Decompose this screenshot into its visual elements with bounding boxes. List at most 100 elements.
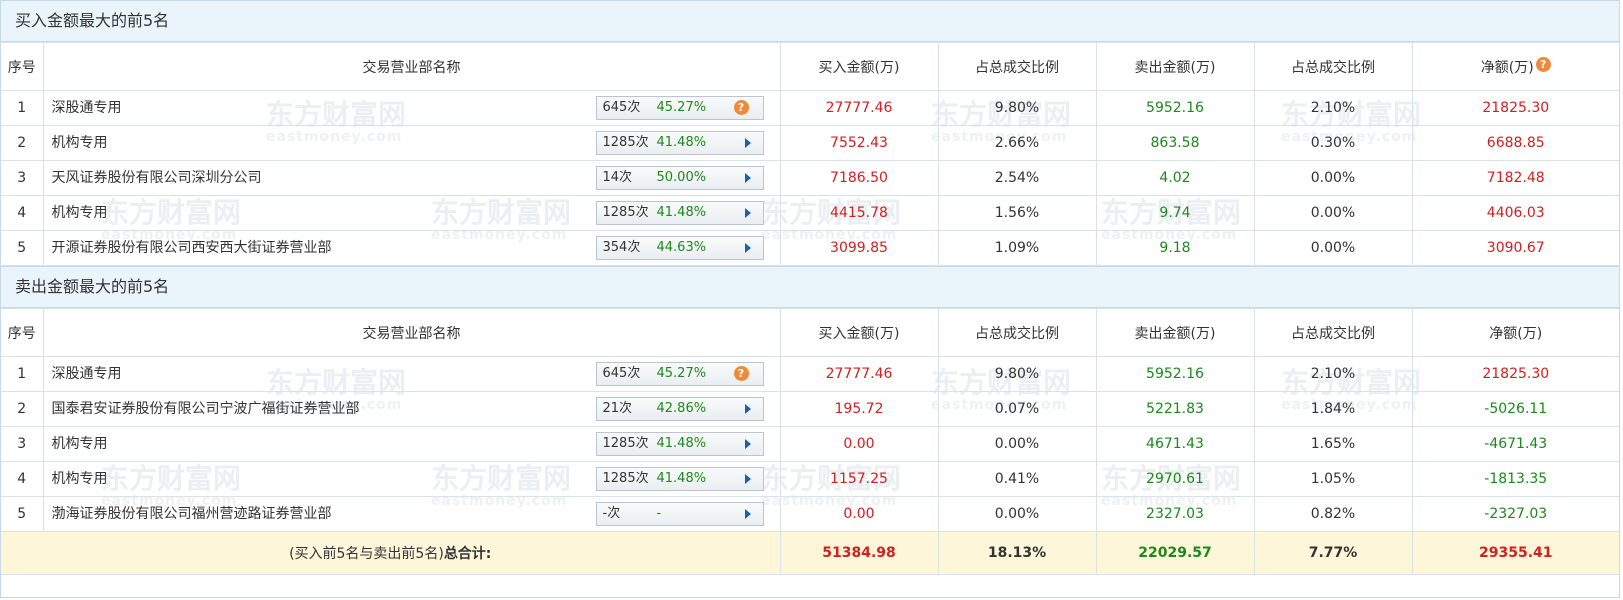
branch-stats-button[interactable]: 14次 50.00% xyxy=(595,166,764,190)
branch-success-rate: 45.27% xyxy=(656,100,707,115)
expand-arrow-icon[interactable] xyxy=(744,173,751,183)
branch-cell: 天风证券股份有限公司深圳分公司 14次 50.00% xyxy=(42,160,781,196)
branch-name[interactable]: 天风证券股份有限公司深圳分公司 xyxy=(52,161,262,195)
col-header-sell: 卖出金额(万) xyxy=(1095,308,1255,357)
branch-count: 1285次 xyxy=(602,135,649,150)
branch-stats-button[interactable]: -次 - xyxy=(595,502,764,526)
total-sell: 22029.57 xyxy=(1095,531,1255,575)
sell-amount: 863.58 xyxy=(1095,125,1255,161)
sell-ratio: 0.82% xyxy=(1253,496,1413,532)
branch-stats-button[interactable]: 21次 42.86% xyxy=(595,397,764,421)
branch-name[interactable]: 渤海证券股份有限公司福州营迹路证券营业部 xyxy=(52,497,332,531)
total-net: 29355.41 xyxy=(1411,531,1619,575)
col-header-sell-ratio: 占总成交比例 xyxy=(1253,308,1413,357)
branch-success-rate: 41.48% xyxy=(656,205,707,220)
net-amount: 3090.67 xyxy=(1411,230,1619,266)
total-buy-ratio: 18.13% xyxy=(937,531,1097,575)
row-index: 2 xyxy=(1,125,44,161)
net-amount: -1813.35 xyxy=(1411,461,1619,497)
buy-amount: 1157.25 xyxy=(779,461,939,497)
branch-cell: 开源证券股份有限公司西安西大街证券营业部 354次 44.63% xyxy=(42,230,781,266)
net-amount: -4671.43 xyxy=(1411,426,1619,462)
branch-stats-button[interactable]: 1285次 41.48% xyxy=(595,432,764,456)
branch-cell: 深股通专用 645次 45.27%? xyxy=(42,356,781,392)
sell-ratio: 2.10% xyxy=(1253,90,1413,126)
buy-amount: 27777.46 xyxy=(779,90,939,126)
buy-ratio: 1.09% xyxy=(937,230,1097,266)
branch-stats-button[interactable]: 645次 45.27%? xyxy=(595,96,764,120)
expand-arrow-icon[interactable] xyxy=(744,243,751,253)
branch-name[interactable]: 开源证券股份有限公司西安西大街证券营业部 xyxy=(52,231,332,265)
table-row: 4 机构专用 1285次 41.48% 1157.25 0.41% 2970.61 1.05%… xyxy=(1,461,1619,497)
col-header-buy: 买入金额(万) xyxy=(779,308,939,357)
sell-ratio: 0.30% xyxy=(1253,125,1413,161)
table-row: 5 开源证券股份有限公司西安西大街证券营业部 354次 44.63% 3099.85 1.… xyxy=(1,230,1619,266)
branch-name[interactable]: 机构专用 xyxy=(52,196,108,230)
branch-name[interactable]: 深股通专用 xyxy=(52,91,122,125)
question-icon[interactable]: ? xyxy=(1535,56,1551,72)
question-icon[interactable]: ? xyxy=(733,100,749,115)
branch-name[interactable]: 深股通专用 xyxy=(52,357,122,391)
branch-success-rate: - xyxy=(656,506,662,521)
branch-stats-button[interactable]: 1285次 41.48% xyxy=(595,201,764,225)
buy-ratio: 2.66% xyxy=(937,125,1097,161)
table-row: 2 国泰君安证券股份有限公司宁波广福街证券营业部 21次 42.86% 195.72 0.… xyxy=(1,391,1619,427)
branch-cell: 国泰君安证券股份有限公司宁波广福街证券营业部 21次 42.86% xyxy=(42,391,781,427)
buy-top5-table: 序号 交易营业部名称 买入金额(万) 占总成交比例 卖出金额(万) 占总成交比例… xyxy=(1,42,1619,266)
buy-ratio: 0.07% xyxy=(937,391,1097,427)
expand-arrow-icon[interactable] xyxy=(744,138,751,148)
branch-name[interactable]: 机构专用 xyxy=(52,126,108,160)
branch-name[interactable]: 机构专用 xyxy=(52,462,108,496)
net-amount: 21825.30 xyxy=(1411,356,1619,392)
row-index: 1 xyxy=(1,356,44,392)
branch-stats-button[interactable]: 1285次 41.48% xyxy=(595,131,764,155)
branch-name[interactable]: 机构专用 xyxy=(52,427,108,461)
table-row: 4 机构专用 1285次 41.48% 4415.78 1.56% 9.74 0.00% 440… xyxy=(1,195,1619,231)
net-amount: -5026.11 xyxy=(1411,391,1619,427)
buy-amount: 3099.85 xyxy=(779,230,939,266)
buy-ratio: 0.00% xyxy=(937,426,1097,462)
buy-ratio: 0.00% xyxy=(937,496,1097,532)
total-row: (买入前5名与卖出前5名)总合计: 51384.98 18.13% 22029.… xyxy=(1,531,1619,575)
expand-arrow-icon[interactable] xyxy=(744,439,751,449)
table-row: 1 深股通专用 645次 45.27%? 27777.46 9.80% 5952.16 2.1… xyxy=(1,90,1619,126)
branch-success-rate: 41.48% xyxy=(656,471,707,486)
buy-amount: 4415.78 xyxy=(779,195,939,231)
buy-ratio: 2.54% xyxy=(937,160,1097,196)
table-row: 2 机构专用 1285次 41.48% 7552.43 2.66% 863.58 0.30% 6… xyxy=(1,125,1619,161)
branch-name[interactable]: 国泰君安证券股份有限公司宁波广福街证券营业部 xyxy=(52,392,360,426)
col-header-buy-ratio: 占总成交比例 xyxy=(937,42,1097,91)
branch-stats-button[interactable]: 645次 45.27%? xyxy=(595,362,764,386)
branch-count: 1285次 xyxy=(602,471,649,486)
total-label-prefix: (买入前5名与卖出前5名) xyxy=(289,546,444,562)
total-buy: 51384.98 xyxy=(779,531,939,575)
col-header-sell: 卖出金额(万) xyxy=(1095,42,1255,91)
buy-amount: 27777.46 xyxy=(779,356,939,392)
row-index: 5 xyxy=(1,230,44,266)
branch-stats-button[interactable]: 354次 44.63% xyxy=(595,236,764,260)
expand-arrow-icon[interactable] xyxy=(744,404,751,414)
branch-stats-button[interactable]: 1285次 41.48% xyxy=(595,467,764,491)
net-amount: 4406.03 xyxy=(1411,195,1619,231)
col-header-net: 净额(万)? xyxy=(1411,42,1619,91)
sell-ratio: 0.00% xyxy=(1253,230,1413,266)
col-header-index: 序号 xyxy=(1,42,44,91)
table-row: 3 机构专用 1285次 41.48% 0.00 0.00% 4671.43 1.65% -46… xyxy=(1,426,1619,462)
buy-amount: 7552.43 xyxy=(779,125,939,161)
expand-arrow-icon[interactable] xyxy=(744,509,751,519)
row-index: 4 xyxy=(1,461,44,497)
sell-top5-table: 序号 交易营业部名称 买入金额(万) 占总成交比例 卖出金额(万) 占总成交比例… xyxy=(1,308,1619,575)
col-header-index: 序号 xyxy=(1,308,44,357)
col-header-branch: 交易营业部名称 xyxy=(42,308,781,357)
col-header-net: 净额(万) xyxy=(1411,308,1619,357)
branch-count: 21次 xyxy=(602,401,633,416)
question-icon[interactable]: ? xyxy=(733,366,749,381)
row-index: 5 xyxy=(1,496,44,532)
sell-ratio: 0.00% xyxy=(1253,195,1413,231)
branch-count: -次 xyxy=(602,506,621,521)
expand-arrow-icon[interactable] xyxy=(744,474,751,484)
buy-amount: 7186.50 xyxy=(779,160,939,196)
expand-arrow-icon[interactable] xyxy=(744,208,751,218)
total-sell-ratio: 7.77% xyxy=(1253,531,1413,575)
branch-success-rate: 50.00% xyxy=(656,170,707,185)
